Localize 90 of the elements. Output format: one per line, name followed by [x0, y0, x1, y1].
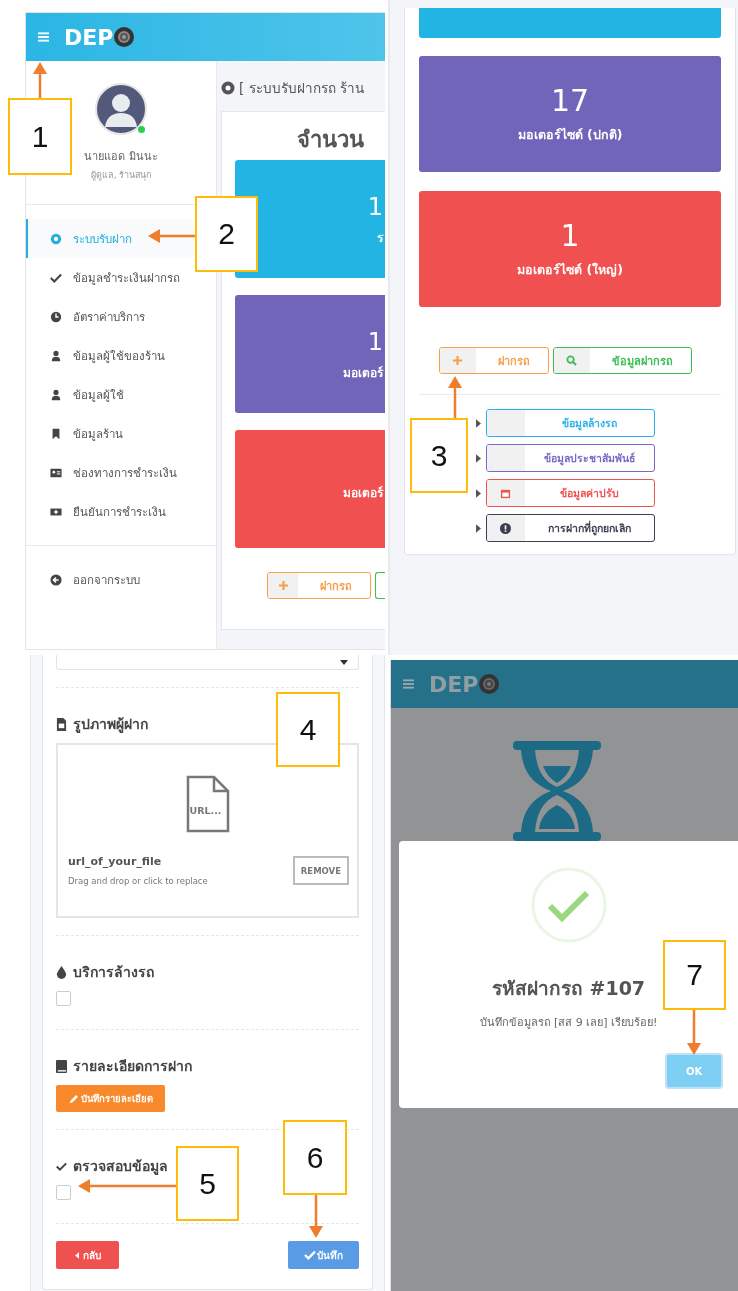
edit-details-button[interactable]: บันทึกรายละเอียด	[56, 1085, 165, 1112]
sidebar-item[interactable]: ระบบรับฝาก	[26, 219, 194, 258]
menu-icon[interactable]	[38, 32, 49, 42]
calendar-icon	[500, 487, 511, 499]
logo-text: DEP	[429, 671, 479, 697]
info-link-button[interactable]: ข้อมูลค่าปรับ	[485, 479, 655, 507]
plus-icon	[277, 580, 289, 591]
sidebar-item[interactable]: ข้อมูลผู้ใช้	[26, 375, 194, 414]
remove-button[interactable]: REMOVE	[292, 856, 349, 885]
droplet-icon	[56, 965, 67, 979]
caret-icon	[340, 659, 348, 665]
dropzone-hint: Drag and drop or click to replace	[68, 876, 208, 886]
menu-item-icon	[50, 271, 62, 284]
back-button[interactable]: กลับ	[56, 1241, 119, 1269]
radio-icon	[221, 81, 235, 95]
tire-icon	[479, 674, 500, 694]
step-number-label: 1	[8, 98, 72, 175]
step-number-label: 3	[410, 418, 468, 493]
search-icon	[566, 355, 577, 366]
step-number-label: 6	[283, 1120, 347, 1195]
sidebar-item[interactable]: ช่องทางการชำระเงิน	[26, 453, 194, 492]
avatar-icon	[95, 83, 147, 135]
pencil-icon	[69, 1093, 79, 1104]
menu-icon[interactable]	[403, 679, 414, 689]
tire-icon	[114, 27, 135, 47]
sidebar-item[interactable]: ยืนยันการชำระเงิน	[26, 492, 194, 531]
pointer-arrow	[309, 1195, 323, 1238]
sidebar-item[interactable]: ข้อมูลร้าน	[26, 414, 194, 453]
pointer-arrow	[148, 229, 195, 243]
section-title: รายละเอียดการฝาก	[73, 1057, 192, 1076]
caret-icon	[475, 488, 481, 498]
pointer-arrow	[33, 62, 47, 98]
caret-icon	[475, 418, 481, 428]
step-number-label: 4	[276, 692, 340, 767]
save-button[interactable]: บันทึก	[288, 1241, 359, 1269]
sidebar-item[interactable]: ข้อมูลผู้ใช้ของร้าน	[26, 336, 194, 375]
checkbox[interactable]	[56, 1185, 71, 1200]
menu-item-icon	[50, 388, 62, 401]
menu-item-icon	[50, 466, 62, 479]
user-name: นายแอด มินนะ	[84, 149, 158, 165]
caret-icon	[475, 523, 481, 533]
tile-label: มอเตอร์ไซด์ (ใหญ่)	[517, 261, 623, 279]
menu-item-icon	[50, 349, 62, 362]
info-link-button[interactable]: การฝากที่ถูกยกเลิก	[485, 514, 655, 542]
info-link-button[interactable]: ข้อมูลประชาสัมพันธ์	[485, 444, 655, 472]
page-title: [ ระบบรับฝากรถ ร้าน	[239, 79, 364, 98]
book-icon	[56, 1059, 67, 1073]
checkbox[interactable]	[56, 991, 71, 1006]
section-title: รูปภาพผู้ฝาก	[73, 715, 148, 735]
sidebar-item[interactable]: อัตราค่าบริการ	[26, 297, 194, 336]
file-icon	[56, 717, 67, 731]
user-role: ผู้ดูแล, ร้านสนุก	[90, 169, 152, 182]
tile-count: 1	[367, 326, 383, 357]
menu-item-icon	[50, 427, 62, 440]
hourglass-icon	[510, 741, 603, 841]
section-title: ตรวจสอบข้อมูล	[73, 1157, 168, 1177]
file-name: url_of_your_file	[68, 855, 163, 868]
back-arrow-icon	[50, 573, 62, 586]
plus-icon	[452, 355, 463, 366]
caret-icon	[475, 453, 481, 463]
alert-icon	[500, 522, 511, 534]
card-title: จำนวน	[296, 126, 365, 154]
tile-label: ร	[377, 229, 383, 247]
file-dropzone[interactable]: URL... url_of_your_file Drag and drop or click to replace REMOVE	[56, 743, 359, 918]
step-number-label: 2	[195, 196, 258, 272]
dialog-message: บันทึกข้อมูลรถ [สส 9 เลย] เรียบร้อย!	[479, 1015, 658, 1031]
tile-label: มอเตอร์	[343, 484, 383, 502]
check-icon	[304, 1250, 316, 1260]
tile-label: มอเตอร์ไซด์ (ปกติ)	[517, 126, 623, 144]
deposit-info-button[interactable]: ข้อมูลฝากรถ	[552, 347, 692, 374]
select-field[interactable]	[56, 655, 359, 670]
logout-item[interactable]: ออกจากระบบ	[26, 560, 194, 599]
menu-item-icon	[50, 310, 62, 323]
info-link-button[interactable]: ข้อมูลล้างรถ	[485, 409, 655, 437]
menu-item-icon	[50, 232, 62, 245]
tile-count: 1	[560, 218, 580, 254]
success-check-icon	[530, 867, 607, 943]
pointer-arrow	[448, 376, 462, 418]
step-number-label: 7	[663, 940, 726, 1010]
dialog-title: รหัสฝากรถ #107	[491, 976, 646, 1001]
sidebar-item[interactable]: ข้อมูลชำระเงินฝากรถ	[26, 258, 194, 297]
file-icon: URL...	[185, 775, 230, 833]
section-title: บริการล้างรถ	[73, 963, 154, 982]
logo-text: DEP	[64, 24, 114, 50]
tile-label: มอเตอร์	[343, 364, 383, 382]
step-number-label: 5	[176, 1146, 239, 1221]
caret-icon	[74, 1251, 79, 1259]
pointer-arrow	[687, 1010, 701, 1055]
tile-count: 17	[550, 83, 590, 119]
tile-count: 1	[367, 191, 383, 222]
